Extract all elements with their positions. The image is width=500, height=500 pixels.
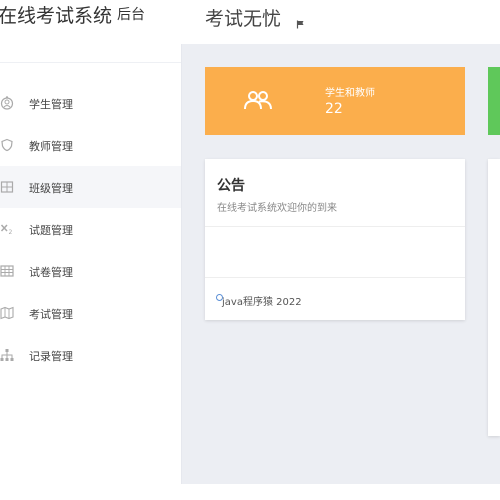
sitemap-icon: [0, 348, 14, 362]
stat-label: 学生和教师: [325, 88, 375, 99]
sidebar-menu: 学生管理 教师管理 班级管理 2 试题管理 试卷管理 考试管理 记录管理: [0, 82, 181, 376]
sidebar-item-label: 试卷管理: [29, 266, 73, 279]
sidebar-item-label: 教师管理: [29, 140, 73, 153]
sidebar-item-classes[interactable]: 班级管理: [0, 166, 181, 208]
sidebar-item-exams[interactable]: 考试管理: [0, 292, 181, 334]
notice-card: 公告 在线考试系统欢迎你的到来 java程序猿 2022: [205, 159, 465, 320]
notice-footer: java程序猿 2022: [222, 297, 302, 308]
sidebar-item-label: 考试管理: [29, 308, 73, 321]
sidebar-item-label: 班级管理: [29, 182, 73, 195]
map-icon: [0, 306, 14, 320]
logo-subtitle: 后台: [117, 7, 145, 23]
notice-title: 公告: [217, 178, 245, 194]
sidebar-item-questions[interactable]: 2 试题管理: [0, 208, 181, 250]
users-icon: [243, 89, 273, 111]
sidebar-item-teachers[interactable]: 教师管理: [0, 124, 181, 166]
stat-card-users[interactable]: 学生和教师 22: [205, 67, 465, 135]
top-header: 考试无忧: [181, 0, 500, 44]
sidebar-item-records[interactable]: 记录管理: [0, 334, 181, 376]
logo: 在线考试系统 后台: [0, 0, 181, 63]
shield-icon: [0, 138, 14, 152]
grid-icon: [0, 180, 14, 194]
svg-text:2: 2: [9, 229, 13, 236]
sidebar: 在线考试系统 后台 学生管理 教师管理 班级管理 2 试题管理 试卷管理 考试管…: [0, 0, 182, 500]
divider: [205, 226, 465, 227]
side-card: [488, 159, 500, 436]
stat-card-secondary[interactable]: [488, 67, 500, 135]
sidebar-item-label: 记录管理: [29, 350, 73, 363]
divider: [205, 277, 465, 278]
logo-title: 在线考试系统: [0, 5, 113, 27]
formula-icon: 2: [0, 222, 14, 236]
sidebar-item-label: 试题管理: [29, 224, 73, 237]
table-icon: [0, 264, 14, 278]
flag-icon[interactable]: [296, 14, 305, 29]
footer-bar: [181, 484, 500, 500]
notice-subtitle: 在线考试系统欢迎你的到来: [217, 203, 337, 214]
sidebar-item-students[interactable]: 学生管理: [0, 82, 181, 124]
user-icon: [0, 96, 14, 110]
stat-value: 22: [325, 101, 343, 117]
sidebar-item-papers[interactable]: 试卷管理: [0, 250, 181, 292]
page-title: 考试无忧: [205, 8, 282, 30]
sidebar-item-label: 学生管理: [29, 98, 73, 111]
